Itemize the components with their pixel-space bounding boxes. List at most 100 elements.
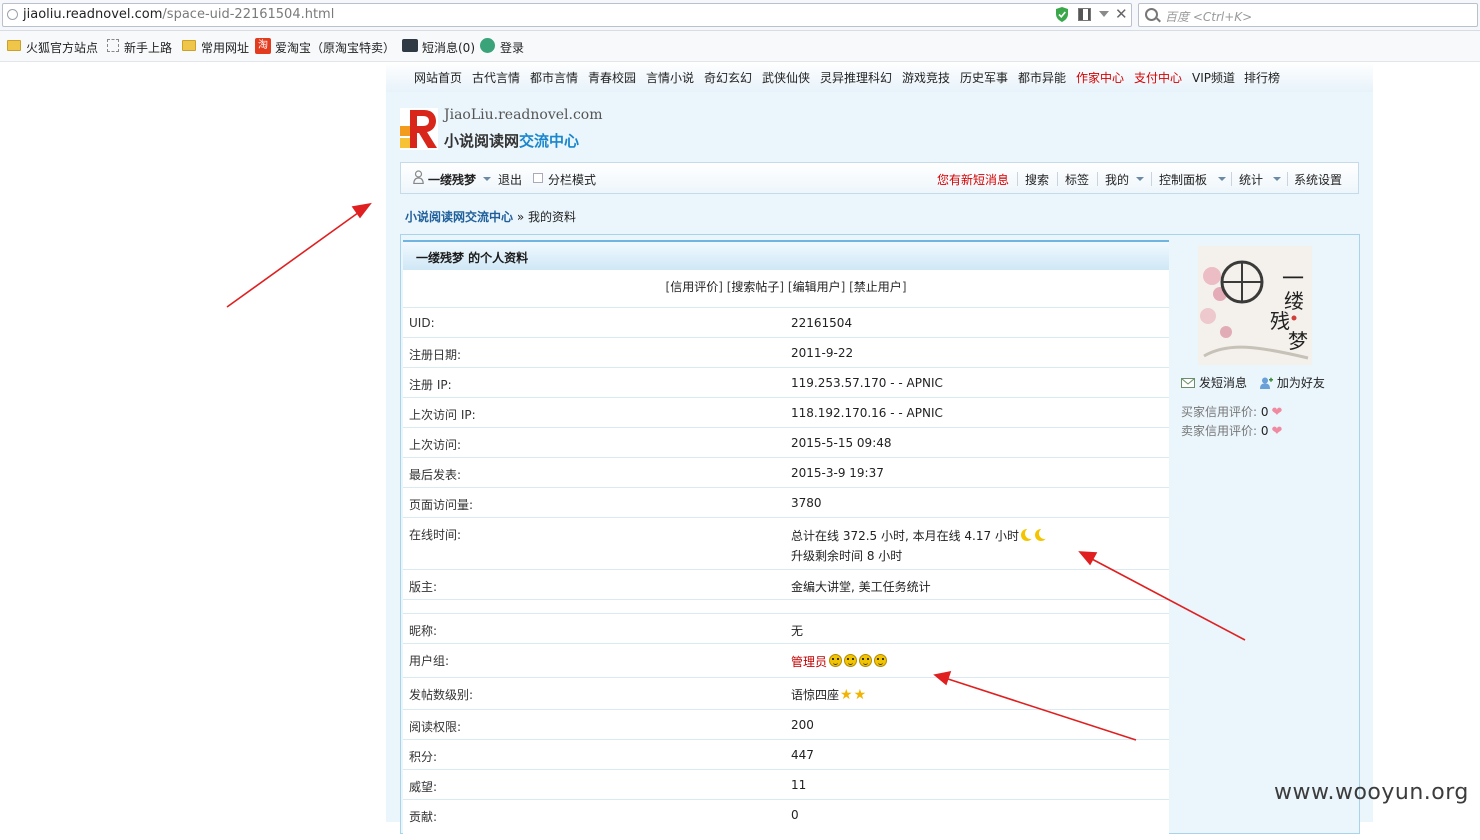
profile-row-last-visit: 上次访问: 2015-5-15 09:48 bbox=[403, 427, 1169, 457]
nav-ancient-romance[interactable]: 古代言情 bbox=[472, 69, 520, 86]
row-value: 金编大讲堂, 美工任务统计 bbox=[791, 580, 931, 594]
username-menu[interactable]: 一缕残梦 bbox=[428, 171, 476, 188]
avatar-artwork: 一 缕 残 梦 bbox=[1198, 246, 1312, 365]
bookmark-login[interactable]: 登录 bbox=[500, 39, 524, 56]
credit-rating-link[interactable]: 信用评价 bbox=[670, 280, 718, 294]
nav-romance-novels[interactable]: 言情小说 bbox=[646, 69, 694, 86]
mine-menu[interactable]: 我的 bbox=[1105, 171, 1129, 188]
nav-supernatural-scifi[interactable]: 灵异推理科幻 bbox=[820, 69, 892, 86]
avatar[interactable]: 一 缕 残 梦 bbox=[1198, 246, 1312, 365]
nav-payment-center[interactable]: 支付中心 bbox=[1134, 69, 1182, 86]
heart-icon: ❤ bbox=[1271, 405, 1283, 420]
breadcrumb: 小说阅读网交流中心 » 我的资料 bbox=[405, 208, 576, 225]
stats-menu[interactable]: 统计 bbox=[1239, 171, 1263, 188]
chevron-down-icon[interactable] bbox=[1136, 177, 1144, 181]
seller-credit: 卖家信用评价: 0 ❤ bbox=[1181, 422, 1282, 439]
bookmark-short-messages[interactable]: 短消息(0) bbox=[422, 39, 475, 56]
row-label: 在线时间: bbox=[409, 528, 462, 542]
row-value: 0 bbox=[791, 808, 799, 822]
user-toolbar: 一缕残梦 退出 分栏模式 您有新短消息 搜索 标签 我的 控制面板 统计 系统设… bbox=[400, 162, 1359, 194]
ban-user-link[interactable]: 禁止用户 bbox=[854, 280, 902, 294]
row-label: 昵称: bbox=[409, 624, 438, 638]
bookmark-getting-started[interactable]: 新手上路 bbox=[124, 39, 172, 56]
add-friend-link[interactable]: 加为好友 bbox=[1277, 376, 1325, 390]
breadcrumb-separator: » bbox=[516, 210, 525, 224]
chevron-down-icon[interactable] bbox=[1218, 177, 1226, 181]
nav-urban-powers[interactable]: 都市异能 bbox=[1018, 69, 1066, 86]
watermark: www.wooyun.org bbox=[1274, 780, 1469, 805]
shield-icon[interactable] bbox=[1055, 7, 1069, 22]
row-label: 发帖数级别: bbox=[409, 688, 474, 702]
profile-header: 一缕残梦 的个人资料 bbox=[403, 240, 1169, 270]
breadcrumb-home[interactable]: 小说阅读网交流中心 bbox=[405, 210, 513, 224]
send-message-link[interactable]: 发短消息 bbox=[1199, 376, 1247, 390]
tags-link[interactable]: 标签 bbox=[1065, 171, 1089, 188]
smiley-icon bbox=[829, 654, 843, 667]
edit-user-link[interactable]: 编辑用户 bbox=[793, 280, 841, 294]
upgrade-remaining: 升级剩余时间 8 小时 bbox=[791, 549, 903, 563]
nav-urban-romance[interactable]: 都市言情 bbox=[530, 69, 578, 86]
heart-icon: ❤ bbox=[1271, 424, 1283, 439]
bookmark-aitaobao[interactable]: 爱淘宝（原淘宝特卖） bbox=[275, 39, 395, 56]
nav-campus[interactable]: 青春校园 bbox=[588, 69, 636, 86]
nav-author-center[interactable]: 作家中心 bbox=[1076, 69, 1124, 86]
seller-credit-value: 0 bbox=[1260, 424, 1269, 438]
control-panel-menu[interactable]: 控制面板 bbox=[1159, 171, 1207, 188]
profile-row-reg-date: 注册日期: 2011-9-22 bbox=[403, 337, 1169, 367]
user-group-admin[interactable]: 管理员 bbox=[791, 655, 827, 669]
page-icon bbox=[107, 39, 119, 52]
globe-icon bbox=[7, 9, 18, 20]
split-mode-checkbox[interactable] bbox=[533, 173, 543, 183]
profile-table: 一缕残梦 的个人资料 [信用评价] [搜索帖子] [编辑用户] [禁止用户] U… bbox=[403, 240, 1169, 840]
nav-wuxia[interactable]: 武侠仙侠 bbox=[762, 69, 810, 86]
row-label: 版主: bbox=[409, 580, 438, 594]
search-posts-link[interactable]: 搜索帖子 bbox=[731, 280, 779, 294]
browser-toolbar: jiaoliu.readnovel.com/space-uid-22161504… bbox=[0, 0, 1480, 31]
row-label: 页面访问量: bbox=[409, 498, 474, 512]
chevron-down-icon[interactable] bbox=[483, 177, 491, 181]
row-value: 200 bbox=[791, 718, 814, 732]
row-value: 22161504 bbox=[791, 316, 853, 330]
site-logo[interactable] bbox=[400, 108, 438, 150]
row-value: 2011-9-22 bbox=[791, 346, 854, 360]
profile-row-contribution: 贡献: 0 bbox=[403, 799, 1169, 829]
new-message-link[interactable]: 您有新短消息 bbox=[937, 171, 1009, 188]
system-settings-link[interactable]: 系统设置 bbox=[1294, 171, 1342, 188]
nav-gaming[interactable]: 游戏竞技 bbox=[902, 69, 950, 86]
search-input[interactable]: 百度 <Ctrl+K> bbox=[1138, 3, 1478, 27]
profile-row-points: 积分: 447 bbox=[403, 739, 1169, 769]
nav-rankings[interactable]: 排行榜 bbox=[1244, 69, 1280, 86]
post-level-text: 语惊四座 bbox=[791, 688, 840, 702]
qrcode-icon[interactable] bbox=[1078, 8, 1091, 21]
chevron-down-icon[interactable] bbox=[1099, 11, 1109, 17]
row-value: 11 bbox=[791, 778, 807, 792]
row-label: 阅读权限: bbox=[409, 720, 462, 734]
url-path: /space-uid-22161504.html bbox=[162, 7, 335, 22]
logout-link[interactable]: 退出 bbox=[498, 171, 522, 188]
avatar-char-3: 残 bbox=[1270, 309, 1290, 333]
row-value: 总计在线 372.5 小时, 本月在线 4.17 小时 bbox=[791, 527, 1050, 544]
divider bbox=[1017, 172, 1018, 186]
close-icon[interactable]: ✕ bbox=[1115, 5, 1128, 23]
profile-row-last-ip: 上次访问 IP: 118.192.170.16 - - APNIC bbox=[403, 397, 1169, 427]
chevron-down-icon[interactable] bbox=[1273, 177, 1281, 181]
address-bar[interactable]: jiaoliu.readnovel.com/space-uid-22161504… bbox=[2, 3, 1132, 27]
nav-history-military[interactable]: 历史军事 bbox=[960, 69, 1008, 86]
nav-fantasy[interactable]: 奇幻玄幻 bbox=[704, 69, 752, 86]
bookmark-firefox-site[interactable]: 火狐官方站点 bbox=[26, 39, 98, 56]
nav-home[interactable]: 网站首页 bbox=[414, 69, 462, 86]
smiley-icon bbox=[859, 654, 873, 667]
login-icon bbox=[480, 38, 495, 53]
address-text[interactable]: jiaoliu.readnovel.com/space-uid-22161504… bbox=[23, 7, 334, 22]
profile-actions: 发短消息 加为好友 bbox=[1181, 374, 1325, 391]
folder-icon bbox=[7, 40, 21, 51]
bookmark-common-sites[interactable]: 常用网址 bbox=[201, 39, 249, 56]
split-mode-label[interactable]: 分栏模式 bbox=[548, 171, 596, 188]
search-link[interactable]: 搜索 bbox=[1025, 171, 1049, 188]
row-value: 语惊四座★★ bbox=[791, 686, 866, 703]
row-value: 管理员 bbox=[791, 653, 888, 670]
nav-vip-channel[interactable]: VIP频道 bbox=[1192, 69, 1235, 86]
row-label: 注册日期: bbox=[409, 348, 462, 362]
divider bbox=[1287, 172, 1288, 186]
url-host: jiaoliu.readnovel.com bbox=[23, 7, 163, 22]
